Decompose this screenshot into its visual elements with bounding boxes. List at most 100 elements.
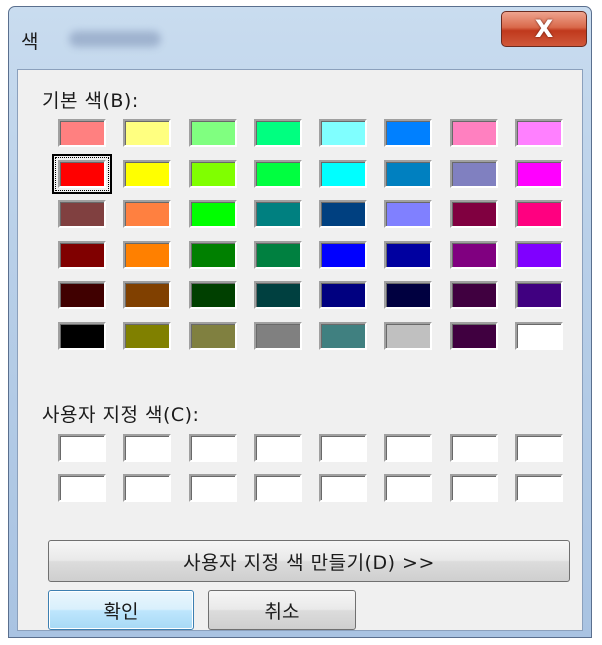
basic-color-swatch[interactable]	[253, 119, 302, 147]
basic-color-swatch[interactable]	[515, 281, 564, 309]
color-fill	[253, 321, 302, 350]
basic-color-swatch[interactable]	[188, 240, 237, 269]
color-fill	[188, 474, 237, 502]
color-fill	[123, 200, 172, 228]
color-fill	[253, 281, 302, 309]
basic-color-swatch[interactable]	[123, 240, 172, 269]
basic-color-swatch[interactable]	[253, 159, 302, 188]
color-fill	[188, 159, 237, 188]
basic-color-swatch[interactable]	[449, 240, 498, 269]
basic-color-swatch[interactable]	[319, 240, 368, 269]
custom-color-swatch[interactable]	[515, 474, 564, 502]
basic-color-swatch[interactable]	[188, 281, 237, 309]
basic-color-swatch[interactable]	[253, 200, 302, 228]
basic-color-swatch[interactable]	[449, 200, 498, 228]
custom-color-swatch[interactable]	[123, 474, 172, 502]
basic-color-swatch[interactable]	[188, 159, 237, 188]
color-fill	[123, 119, 172, 147]
basic-color-swatch[interactable]	[123, 281, 172, 309]
basic-color-swatch[interactable]	[58, 281, 106, 309]
close-button[interactable]: X	[501, 11, 587, 47]
custom-color-swatch[interactable]	[188, 474, 237, 502]
basic-color-swatch[interactable]	[58, 119, 106, 147]
basic-color-swatch[interactable]	[449, 321, 498, 350]
basic-color-swatch[interactable]	[52, 153, 112, 194]
basic-color-swatch[interactable]	[253, 281, 302, 309]
color-fill	[123, 474, 172, 502]
basic-color-swatch[interactable]	[515, 159, 564, 188]
basic-color-swatch[interactable]	[319, 159, 368, 188]
title-bar[interactable]: 색 X	[9, 7, 591, 67]
color-fill	[515, 200, 564, 228]
color-fill	[253, 200, 302, 228]
custom-color-swatch[interactable]	[384, 434, 433, 462]
basic-color-swatch[interactable]	[319, 321, 368, 350]
custom-color-swatch[interactable]	[384, 474, 433, 502]
basic-color-swatch[interactable]	[188, 200, 237, 228]
color-fill	[384, 474, 433, 502]
custom-color-swatch[interactable]	[58, 474, 106, 502]
basic-color-swatch[interactable]	[58, 200, 106, 228]
custom-color-swatch[interactable]	[253, 474, 302, 502]
color-fill	[58, 474, 106, 502]
color-fill	[515, 434, 564, 462]
basic-color-swatch[interactable]	[384, 321, 433, 350]
basic-color-swatch[interactable]	[384, 119, 433, 147]
color-fill	[188, 119, 237, 147]
custom-color-swatch[interactable]	[319, 434, 368, 462]
color-fill	[319, 240, 368, 269]
custom-colors-grid	[58, 434, 564, 502]
color-fill	[58, 159, 106, 188]
basic-color-swatch[interactable]	[384, 159, 433, 188]
color-fill	[449, 240, 498, 269]
basic-color-swatch[interactable]	[384, 200, 433, 228]
basic-color-swatch[interactable]	[58, 321, 106, 350]
color-fill	[58, 119, 106, 147]
color-fill	[58, 281, 106, 309]
color-fill	[515, 159, 564, 188]
basic-color-swatch[interactable]	[515, 119, 564, 147]
custom-color-swatch[interactable]	[58, 434, 106, 462]
basic-color-swatch[interactable]	[449, 281, 498, 309]
basic-color-swatch[interactable]	[515, 240, 564, 269]
basic-color-swatch[interactable]	[123, 200, 172, 228]
color-fill	[58, 200, 106, 228]
window-title: 색	[21, 31, 39, 53]
basic-color-swatch[interactable]	[449, 159, 498, 188]
custom-color-swatch[interactable]	[449, 474, 498, 502]
custom-color-swatch[interactable]	[253, 434, 302, 462]
basic-color-swatch[interactable]	[319, 281, 368, 309]
basic-color-swatch[interactable]	[384, 240, 433, 269]
color-fill	[319, 200, 368, 228]
color-fill	[253, 159, 302, 188]
basic-color-swatch[interactable]	[319, 200, 368, 228]
custom-color-swatch[interactable]	[515, 434, 564, 462]
basic-color-swatch[interactable]	[515, 321, 564, 350]
ok-button[interactable]: 확인	[48, 590, 194, 630]
basic-color-swatch[interactable]	[515, 200, 564, 228]
color-fill	[449, 434, 498, 462]
color-fill	[515, 474, 564, 502]
basic-color-swatch[interactable]	[58, 240, 106, 269]
custom-color-swatch[interactable]	[188, 434, 237, 462]
color-fill	[319, 159, 368, 188]
basic-color-swatch[interactable]	[123, 321, 172, 350]
basic-color-swatch[interactable]	[123, 159, 172, 188]
basic-color-swatch[interactable]	[253, 321, 302, 350]
custom-color-swatch[interactable]	[449, 434, 498, 462]
basic-color-swatch[interactable]	[188, 119, 237, 147]
color-fill	[123, 434, 172, 462]
basic-color-swatch[interactable]	[449, 119, 498, 147]
color-fill	[253, 240, 302, 269]
basic-color-swatch[interactable]	[384, 281, 433, 309]
color-fill	[188, 434, 237, 462]
basic-color-swatch[interactable]	[188, 321, 237, 350]
color-fill	[384, 200, 433, 228]
define-custom-colors-button[interactable]: 사용자 지정 색 만들기(D) >>	[48, 540, 570, 582]
basic-color-swatch[interactable]	[253, 240, 302, 269]
custom-color-swatch[interactable]	[123, 434, 172, 462]
basic-color-swatch[interactable]	[123, 119, 172, 147]
cancel-button[interactable]: 취소	[208, 590, 356, 630]
basic-color-swatch[interactable]	[319, 119, 368, 147]
custom-color-swatch[interactable]	[319, 474, 368, 502]
